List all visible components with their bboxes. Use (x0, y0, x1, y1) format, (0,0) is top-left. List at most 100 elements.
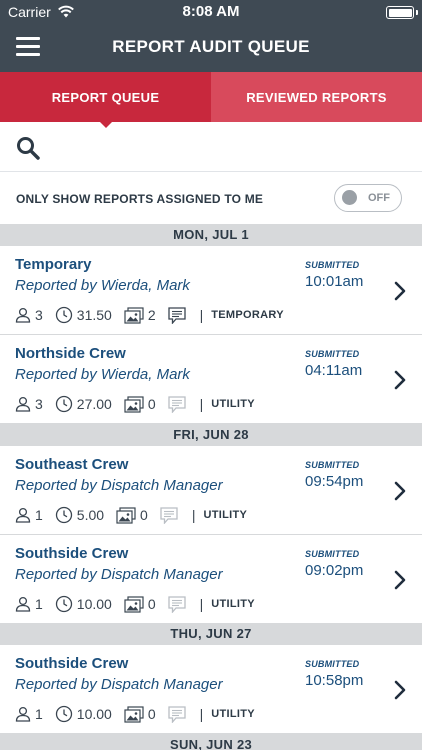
person-icon (15, 307, 31, 323)
comment-icon-empty (167, 395, 186, 413)
people-stat: 3 (15, 307, 43, 323)
hours-stat: 10.00 (55, 595, 112, 613)
status-bar: Carrier 8:08 AM (0, 0, 422, 24)
submitted-label: SUBMITTED (305, 659, 360, 669)
search-icon[interactable] (16, 136, 40, 160)
hours-stat: 10.00 (55, 705, 112, 723)
report-row[interactable]: Temporary Reported by Wierda, Mark 3 31.… (0, 246, 422, 335)
stat-separator: | (199, 396, 204, 412)
stat-separator: | (191, 507, 196, 523)
comment-icon-empty (167, 705, 186, 723)
report-stats: 3 27.00 0 | UTILITY (15, 393, 255, 415)
report-row[interactable]: Southside Crew Reported by Dispatch Mana… (0, 645, 422, 734)
hours-stat: 5.00 (55, 506, 104, 524)
photos-stat: 0 (124, 395, 156, 413)
photo-icon (124, 306, 144, 324)
report-stats: 1 10.00 0 | UTILITY (15, 593, 255, 615)
comment-icon-empty (160, 506, 178, 524)
toggle-knob (342, 190, 357, 205)
tab-label: REVIEWED REPORTS (246, 89, 387, 105)
crew-name: Southeast Crew (15, 456, 129, 473)
report-stats: 1 10.00 0 | UTILITY (15, 703, 255, 725)
nav-bar: REPORT AUDIT QUEUE (0, 24, 422, 72)
crew-name: Temporary (15, 256, 92, 273)
crew-type-label: TEMPORARY (211, 309, 284, 321)
clock-icon (55, 306, 72, 324)
submitted-time: 09:02pm (305, 562, 364, 579)
photo-count: 0 (147, 396, 156, 412)
page-title: REPORT AUDIT QUEUE (112, 37, 310, 56)
search-bar[interactable] (0, 122, 422, 172)
report-row[interactable]: Southeast Crew Reported by Dispatch Mana… (0, 446, 422, 535)
comment-icon (167, 306, 186, 324)
tab-label: REPORT QUEUE (51, 89, 160, 105)
chevron-right-icon[interactable] (393, 569, 407, 591)
hours-value: 5.00 (76, 507, 105, 523)
date-header: MON, JUL 1 (0, 224, 422, 246)
person-icon (15, 596, 31, 612)
people-stat: 1 (15, 507, 43, 523)
photo-count: 0 (147, 596, 156, 612)
crew-name: Southside Crew (15, 545, 129, 562)
photo-count: 2 (147, 307, 156, 323)
chevron-right-icon[interactable] (393, 480, 407, 502)
submitted-time: 04:11am (305, 362, 363, 379)
battery-tip (416, 10, 418, 15)
crew-type-label: UTILITY (211, 398, 255, 410)
reporter-name: Reported by Dispatch Manager (15, 676, 223, 693)
chevron-right-icon[interactable] (393, 369, 407, 391)
people-count: 1 (35, 507, 43, 523)
reporter-name: Reported by Wierda, Mark (15, 366, 190, 383)
tab-report-queue[interactable]: REPORT QUEUE (0, 72, 211, 128)
hours-stat: 31.50 (55, 306, 112, 324)
clock-icon (55, 705, 72, 723)
clock-time: 8:08 AM (182, 3, 240, 20)
clock-icon (55, 506, 72, 524)
report-row[interactable]: Southside Crew Reported by Dispatch Mana… (0, 535, 422, 624)
toggle-state-label: OFF (368, 192, 390, 204)
crew-type-label: UTILITY (203, 509, 248, 521)
hours-value: 27.00 (76, 396, 112, 412)
people-stat: 1 (15, 596, 43, 612)
photo-icon (116, 506, 136, 524)
chevron-right-icon[interactable] (393, 280, 407, 302)
hours-value: 10.00 (76, 706, 112, 722)
report-row[interactable]: Northside Crew Reported by Wierda, Mark … (0, 335, 422, 424)
assigned-filter-label: ONLY SHOW REPORTS ASSIGNED TO ME (16, 192, 264, 206)
person-icon (15, 396, 31, 412)
photo-count: 0 (140, 507, 148, 523)
stat-separator: | (199, 596, 204, 612)
photo-icon (124, 395, 144, 413)
comment-icon-empty (167, 595, 186, 613)
submitted-time: 10:58pm (305, 672, 364, 689)
submitted-label: SUBMITTED (305, 549, 360, 559)
assigned-filter-toggle[interactable]: OFF (334, 184, 402, 212)
assigned-filter-row: ONLY SHOW REPORTS ASSIGNED TO ME OFF (0, 172, 422, 224)
tab-bar: REPORT QUEUE REVIEWED REPORTS (0, 72, 422, 128)
clock-icon (55, 395, 72, 413)
tab-reviewed-reports[interactable]: REVIEWED REPORTS (211, 72, 422, 122)
submitted-label: SUBMITTED (305, 260, 360, 270)
date-header: SUN, JUN 23 (0, 734, 422, 750)
report-stats: 1 5.00 0 | UTILITY (15, 504, 247, 526)
chevron-right-icon[interactable] (393, 679, 407, 701)
photos-stat: 0 (124, 595, 156, 613)
photos-stat: 2 (124, 306, 156, 324)
people-count: 1 (35, 596, 43, 612)
crew-name: Southside Crew (15, 655, 129, 672)
reporter-name: Reported by Dispatch Manager (15, 477, 223, 494)
crew-name: Northside Crew (15, 345, 126, 362)
crew-type-label: UTILITY (211, 598, 255, 610)
person-icon (15, 507, 31, 523)
hours-value: 10.00 (76, 596, 112, 612)
stat-separator: | (199, 307, 204, 323)
stat-separator: | (199, 706, 204, 722)
report-stats: 3 31.50 2 | TEMPORARY (15, 304, 284, 326)
photo-count: 0 (147, 706, 156, 722)
people-count: 3 (35, 307, 43, 323)
submitted-time: 09:54pm (305, 473, 364, 490)
people-count: 1 (35, 706, 43, 722)
reporter-name: Reported by Wierda, Mark (15, 277, 190, 294)
clock-icon (55, 595, 72, 613)
submitted-label: SUBMITTED (305, 460, 360, 470)
